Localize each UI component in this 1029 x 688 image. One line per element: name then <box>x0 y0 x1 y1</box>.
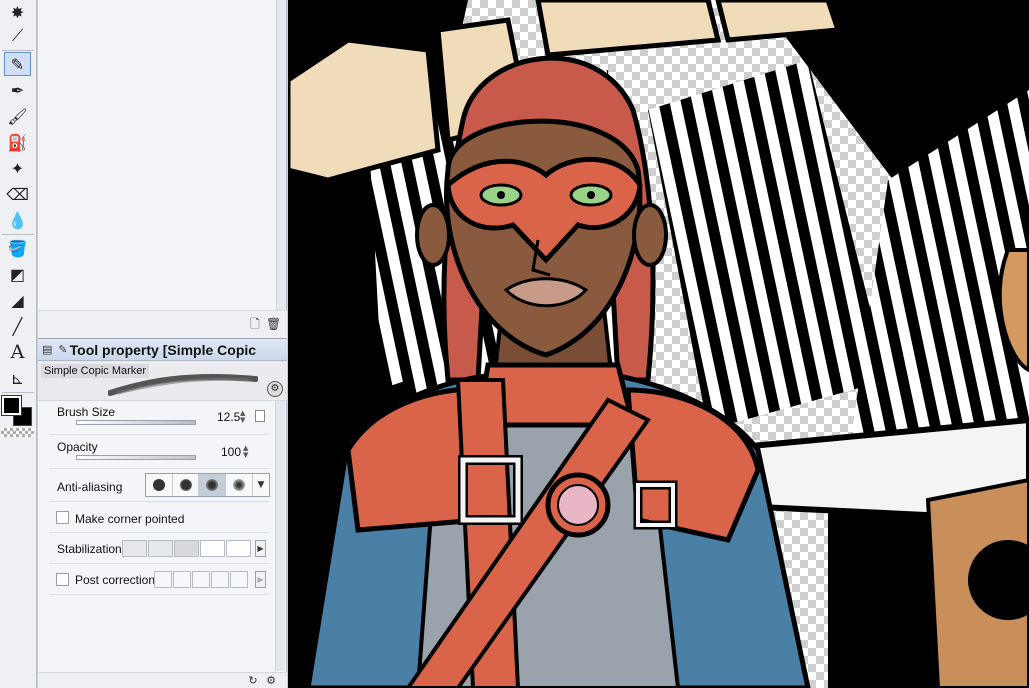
brush-name-label: Simple Copic Marker <box>41 364 150 378</box>
anti-aliasing-row: Anti-aliasing ▼ <box>50 470 270 502</box>
make-corner-pointed-row: Make corner pointed <box>50 502 269 533</box>
blend-tool-icon[interactable]: 💧 <box>4 208 31 232</box>
sub-tool-footer: 🗋 🗑 <box>38 310 287 338</box>
tool-property-title: Tool property [Simple Copic <box>69 341 257 358</box>
brush-size-menu-button[interactable] <box>255 410 265 422</box>
brush-size-row: Brush Size 12.5 ▲ ▼ <box>50 401 269 435</box>
marker-tool-icon[interactable]: ✎ <box>4 52 31 76</box>
post-correction-level-bar[interactable] <box>154 571 249 588</box>
pen-tool-icon[interactable]: ✒ <box>4 78 31 102</box>
brush-preview: Simple Copic Marker ⚙ <box>38 361 287 401</box>
make-corner-pointed-label: Make corner pointed <box>75 512 185 526</box>
stabilization-level-2[interactable] <box>148 540 173 557</box>
line-tool-icon[interactable]: ╱ <box>4 314 31 338</box>
stabilization-level-5[interactable] <box>226 540 251 557</box>
tool-property-panel: ▤ ✎ Tool property [Simple Copic Simple C… <box>38 338 287 688</box>
make-corner-pointed-checkbox[interactable] <box>56 511 69 524</box>
post-correction-level-2[interactable] <box>173 571 191 588</box>
brush-size-label: Brush Size <box>57 405 116 419</box>
post-correction-level-4[interactable] <box>211 571 229 588</box>
comic-artwork <box>288 0 1029 688</box>
stabilization-level-1[interactable] <box>122 540 147 557</box>
marker-tool-icon: ✎ <box>58 343 68 356</box>
stabilization-level-4[interactable] <box>200 540 225 557</box>
post-correction-checkbox[interactable] <box>56 573 69 586</box>
drawing-canvas[interactable] <box>288 0 1029 688</box>
tool-property-scrollbar[interactable] <box>275 401 285 671</box>
anti-aliasing-weak[interactable] <box>173 474 200 496</box>
anti-aliasing-dropdown-icon[interactable]: ▼ <box>253 474 269 496</box>
brush-size-spinner[interactable]: ▲ ▼ <box>240 410 245 424</box>
decoration-tool-icon[interactable]: ✦ <box>4 156 31 180</box>
ruler-tool-icon[interactable]: ⊾ <box>4 366 31 390</box>
brush-size-value[interactable]: 12.5 <box>217 410 240 424</box>
tool-palette: ✸ ⟋ ✎ ✒ 🖌 ⛽ ✦ ⌫ 💧 🪣 ◩ ◢ ╱ A ⊾ <box>0 0 37 688</box>
main-color-swatch[interactable] <box>1 395 22 416</box>
brush-tool-icon[interactable]: 🖌 <box>4 104 31 128</box>
post-correction-arrow-button[interactable]: ▶ <box>255 571 266 588</box>
stabilization-level-3[interactable] <box>174 540 199 557</box>
opacity-value[interactable]: 100 <box>221 445 241 459</box>
tool-property-footer: ↻ ⚙ <box>38 672 287 688</box>
post-correction-level-5[interactable] <box>230 571 248 588</box>
tool-separator <box>2 392 34 393</box>
eyedropper-icon[interactable]: ⟋ <box>4 24 31 48</box>
opacity-label: Opacity <box>57 440 98 454</box>
anti-aliasing-medium[interactable] <box>199 474 227 496</box>
tool-property-header[interactable]: ▤ ✎ Tool property [Simple Copic <box>38 339 287 361</box>
sub-tool-panel: 🗋 🗑 <box>38 0 287 338</box>
sub-tool-scrollbar[interactable] <box>276 0 286 310</box>
new-sub-tool-icon[interactable]: 🗋 <box>248 317 262 332</box>
stabilization-row: Stabilization ▶ <box>50 533 269 564</box>
gradient-tool-icon[interactable]: ◩ <box>4 262 31 286</box>
post-correction-row: Post correction ▶ <box>50 564 269 595</box>
stabilization-level-bar[interactable] <box>122 540 252 557</box>
opacity-spinner[interactable]: ▲ ▼ <box>243 445 248 459</box>
reset-icon[interactable]: ↻ <box>246 673 260 688</box>
opacity-slider[interactable] <box>76 455 196 460</box>
transparent-color-swatch[interactable] <box>1 428 34 437</box>
post-correction-label: Post correction <box>75 573 156 587</box>
stabilization-arrow-button[interactable]: ▶ <box>255 540 266 557</box>
sub-tool-detail-icon[interactable]: ⚙ <box>264 673 278 688</box>
panel-menu-icon[interactable]: ▤ <box>42 343 52 356</box>
airbrush-tool-icon[interactable]: ⛽ <box>4 130 31 154</box>
figure-tool-icon[interactable]: ◢ <box>4 288 31 312</box>
text-tool-icon[interactable]: A <box>4 340 31 364</box>
tool-separator <box>2 234 34 235</box>
stabilization-label: Stabilization <box>57 542 122 556</box>
anti-aliasing-none[interactable] <box>146 474 173 496</box>
brush-settings-icon[interactable]: ⚙ <box>267 381 283 397</box>
sparkle-tool-icon[interactable]: ✸ <box>4 0 31 24</box>
eraser-tool-icon[interactable]: ⌫ <box>4 182 31 206</box>
brush-size-slider[interactable] <box>76 420 196 425</box>
anti-aliasing-label: Anti-aliasing <box>57 480 123 494</box>
post-correction-level-1[interactable] <box>154 571 172 588</box>
tool-separator <box>2 50 34 51</box>
delete-sub-tool-icon[interactable]: 🗑 <box>266 317 281 332</box>
anti-aliasing-strong[interactable] <box>226 474 253 496</box>
opacity-row: Opacity 100 ▲ ▼ <box>50 435 269 469</box>
post-correction-level-3[interactable] <box>192 571 210 588</box>
anti-aliasing-selector: ▼ <box>145 473 270 497</box>
fill-tool-icon[interactable]: 🪣 <box>4 236 31 260</box>
